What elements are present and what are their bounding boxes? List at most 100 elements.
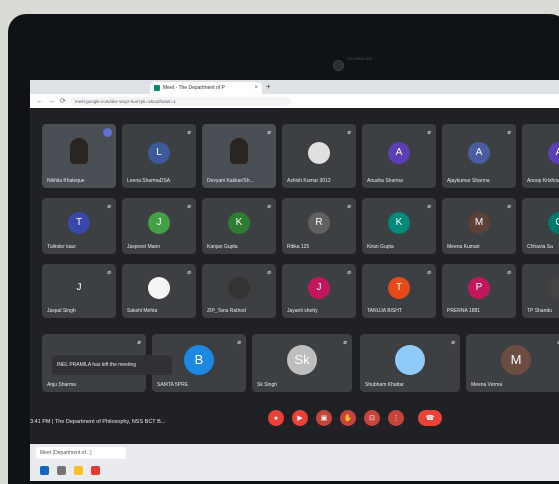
mic-off-icon: ⌀	[237, 340, 241, 346]
participant-tile[interactable]: C⌀Chhavia Sa	[522, 198, 559, 254]
participant-tile[interactable]: J ⌀ Jaspal Singh	[42, 264, 116, 318]
participant-tile[interactable]: J ⌀ Jaspreet Mann	[122, 198, 196, 254]
participant-name: Kanjan Gupta	[207, 244, 238, 250]
participant-name: Ajaykumar Sharma	[447, 178, 490, 184]
meeting-time: 3:41 PM	[30, 419, 51, 425]
tab-strip: Meet - The Department of P × +	[30, 80, 559, 94]
participant-tile[interactable]: L ⌀ Leena SharmaDSA	[122, 124, 196, 188]
participant-tile[interactable]: A⌀Anoop Krishna	[522, 124, 559, 188]
mic-off-icon: ⌀	[267, 204, 271, 210]
participant-name: Meena Kumari	[447, 244, 480, 250]
participant-tile[interactable]: A ⌀ Ajaykumar Sharma	[442, 124, 516, 188]
participant-name: Jaspal Singh	[47, 308, 76, 314]
meet-favicon-icon	[154, 85, 160, 91]
participant-name: Sakshi Mehta	[127, 308, 158, 314]
participant-name: Meena Verma	[471, 382, 503, 388]
mic-off-icon: ⌀	[267, 130, 271, 136]
webcam	[333, 60, 344, 71]
speaking-indicator-icon	[103, 128, 112, 137]
participant-tile[interactable]: Sk ⌀ Sk Singh	[252, 334, 352, 392]
avatar: A	[548, 141, 559, 164]
participant-name: Anoop Krishna	[527, 178, 559, 184]
participant-tile[interactable]: ⌀ Ashish Kumar 3012	[282, 124, 356, 188]
participant-tile[interactable]: M⌀Meena Verma	[466, 334, 559, 392]
leave-button[interactable]: ☎	[418, 410, 442, 426]
avatar: J	[68, 276, 90, 299]
avatar: P	[468, 276, 490, 299]
participant-tile[interactable]: P ⌀ PRERNA 1881	[442, 264, 516, 318]
start-icon[interactable]	[40, 466, 49, 475]
mic-off-icon: ⌀	[427, 270, 431, 276]
participant-tile[interactable]: ⌀ Sakshi Mehta	[122, 264, 196, 318]
avatar: K	[228, 211, 250, 234]
participant-name: Devyani Kakkar/Sh...	[207, 178, 254, 184]
mic-off-icon: ⌀	[451, 340, 455, 346]
participant-name: Ritika 125	[287, 244, 310, 250]
reload-icon[interactable]: ⟳	[60, 97, 66, 105]
participant-name: Shubham Khattar	[365, 382, 404, 388]
taskbar-item[interactable]: Meet (Department of...)	[36, 447, 126, 459]
mic-off-icon: ⌀	[427, 204, 431, 210]
participant-name: Ashish Kumar 3012	[287, 178, 331, 184]
tab-close-icon[interactable]: ×	[254, 85, 258, 91]
laptop-screen: Meet - The Department of P × + ← → ⟳ mee…	[30, 80, 559, 481]
mic-off-icon: ⌀	[427, 130, 431, 136]
participant-tile[interactable]: K ⌀ Kanjan Gupta	[202, 198, 276, 254]
url-input[interactable]: meet.google.com/abc-wxyz-kue?pli=1&authu…	[70, 96, 291, 106]
participant-tile[interactable]: R ⌀ Ritika 125	[282, 198, 356, 254]
mic-off-icon: ⌀	[137, 340, 141, 346]
avatar	[548, 276, 559, 299]
tab-title: Meet - The Department of P	[163, 85, 225, 91]
participant-name: Tulinder kaur	[47, 244, 76, 250]
avatar	[395, 344, 425, 375]
mic-off-icon: ⌀	[187, 130, 191, 136]
participant-name: Sk Singh	[257, 382, 278, 388]
forward-icon[interactable]: →	[48, 98, 55, 105]
participant-tile[interactable]: Nikhila Khaleque	[42, 124, 116, 188]
tab-meet[interactable]: Meet - The Department of P ×	[150, 82, 262, 94]
participant-name: Anusha Sharma	[367, 178, 403, 184]
mic-off-icon: ⌀	[347, 270, 351, 276]
captions-button[interactable]: ▣	[316, 410, 332, 426]
participant-name: Nikhila Khaleque	[47, 178, 85, 184]
present-button[interactable]: ⊡	[364, 410, 380, 426]
avatar: Sk	[287, 344, 317, 375]
participant-name: TP Shandu	[527, 308, 552, 314]
avatar: T	[388, 276, 410, 299]
participant-tile[interactable]: ⌀TP Shandu	[522, 264, 559, 318]
participant-tile[interactable]: T ⌀ Tulinder kaur	[42, 198, 116, 254]
webcam-label: HD WEBCAM	[347, 56, 372, 61]
participant-tile[interactable]: ⌀ ZIP_Tanu Rathod	[202, 264, 276, 318]
more-button[interactable]: ⋮	[388, 410, 404, 426]
meeting-title: The Department of Philosophy, NSS BCT B.…	[54, 419, 166, 425]
raise-hand-button[interactable]: ✋	[340, 410, 356, 426]
mic-button[interactable]: ●	[268, 410, 284, 426]
participant-tile[interactable]: J ⌀ Jayanti shetty	[282, 264, 356, 318]
participant-name: Jaspreet Mann	[127, 244, 161, 250]
new-tab-button[interactable]: +	[266, 82, 271, 91]
participant-tile[interactable]: K ⌀ Kiran Gupta	[362, 198, 436, 254]
participant-name: Chhavia Sa	[527, 244, 553, 250]
browser-icon[interactable]	[91, 466, 100, 475]
mic-off-icon: ⌀	[267, 270, 271, 276]
left-meeting-toast: INEL PRAMILA has left the meeting	[52, 355, 172, 375]
mic-off-icon: ⌀	[347, 130, 351, 136]
participant-name: TANUJA BISHT	[367, 308, 402, 314]
avatar: T	[68, 211, 90, 234]
search-icon[interactable]	[57, 466, 66, 475]
folder-icon[interactable]	[74, 466, 83, 475]
participant-tile[interactable]: ⌀ Shubham Khattar	[360, 334, 460, 392]
participant-name: PRERNA 1881	[447, 308, 481, 314]
back-icon[interactable]: ←	[36, 98, 43, 105]
avatar	[148, 276, 170, 299]
meeting-separator: |	[52, 419, 54, 425]
participant-tile[interactable]: T ⌀ TANUJA BISHT	[362, 264, 436, 318]
participant-name: Leena SharmaDSA	[127, 178, 171, 184]
participant-tile[interactable]: A ⌀ Anusha Sharma	[362, 124, 436, 188]
camera-button[interactable]: ▶	[292, 410, 308, 426]
taskbar-dock	[40, 466, 100, 475]
mic-off-icon: ⌀	[187, 204, 191, 210]
participant-tile[interactable]: ⌀ Devyani Kakkar/Sh...	[202, 124, 276, 188]
participant-tile[interactable]: M ⌀ Meena Kumari	[442, 198, 516, 254]
mic-off-icon: ⌀	[507, 130, 511, 136]
